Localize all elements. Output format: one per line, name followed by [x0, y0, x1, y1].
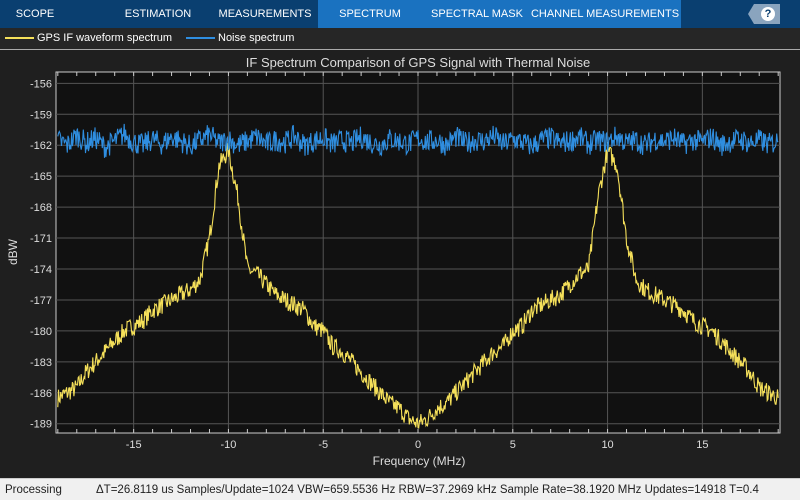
y-tick-label: -180	[30, 326, 52, 338]
status-state: Processing	[5, 484, 62, 496]
spectrum-plot[interactable]: -15 -10 -5 0 5 10 15 -156 -159 -162 -165 -168 -171 -1…	[0, 0, 800, 478]
status-readouts: ΔT=26.8119 us Samples/Update=1024 VBW=65…	[96, 484, 759, 496]
y-tick-label: -162	[30, 140, 52, 152]
x-tick-label: 10	[601, 439, 613, 451]
x-tick-label: -5	[318, 439, 328, 451]
y-tick-label: -174	[30, 264, 52, 276]
y-tick-label: -156	[30, 78, 52, 90]
x-tick-label: 0	[415, 439, 421, 451]
y-tick-label: -183	[30, 357, 52, 369]
status-bar: Processing ΔT=26.8119 us Samples/Update=…	[0, 478, 800, 500]
x-tick-label: -15	[126, 439, 142, 451]
x-tick-label: 5	[510, 439, 516, 451]
x-tick-label: 15	[696, 439, 708, 451]
x-tick-label: -10	[220, 439, 236, 451]
y-tick-label: -177	[30, 295, 52, 307]
y-tick-label: -171	[30, 233, 52, 245]
y-tick-label: -168	[30, 202, 52, 214]
y-tick-label: -165	[30, 171, 52, 183]
y-tick-label: -159	[30, 109, 52, 121]
y-tick-label: -186	[30, 388, 52, 400]
y-tick-label: -189	[30, 419, 52, 431]
